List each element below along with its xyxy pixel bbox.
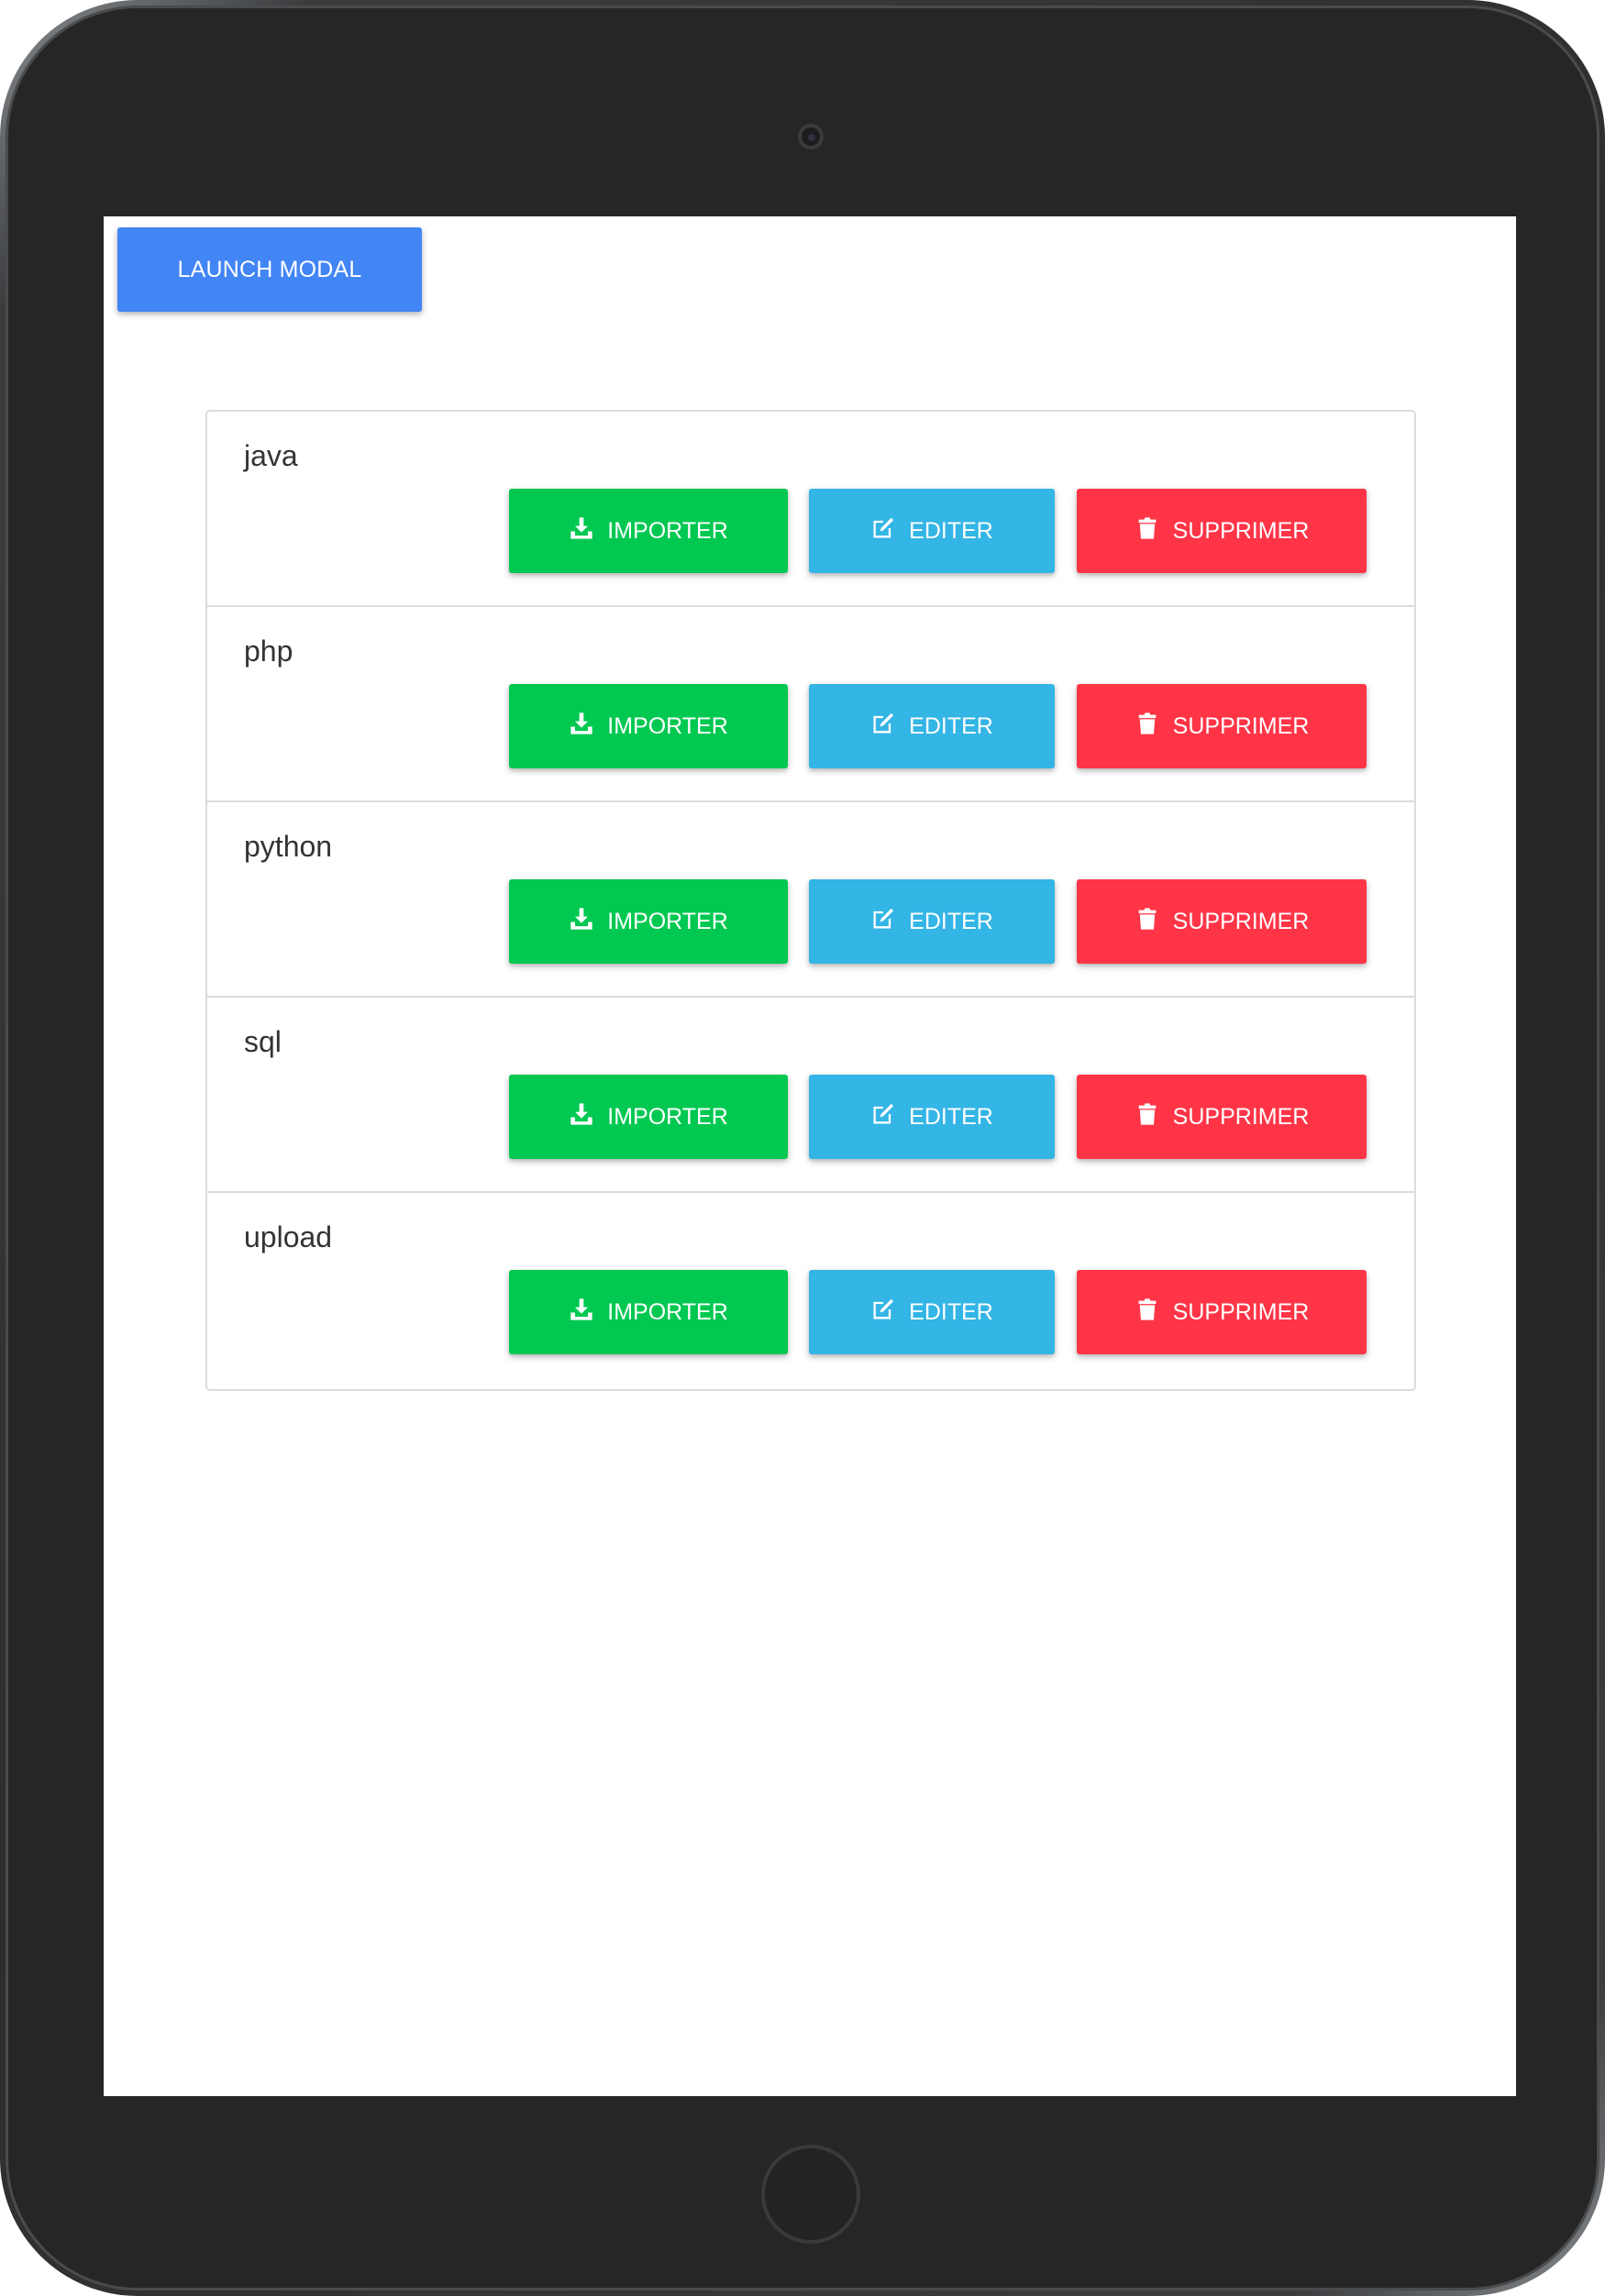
item-name: upload <box>244 1220 333 1253</box>
item-name: java <box>244 439 298 472</box>
trash-icon <box>1135 1101 1160 1133</box>
edit-button[interactable]: EDITER <box>809 1075 1055 1159</box>
edit-label: EDITER <box>909 1103 993 1130</box>
home-button[interactable] <box>761 2145 860 2244</box>
tablet-bezel: LAUNCH MODAL java IMPORTER EDITER SUPPRI… <box>6 6 1599 2290</box>
import-button[interactable]: IMPORTER <box>509 684 788 768</box>
edit-label: EDITER <box>909 908 993 934</box>
list-item: php IMPORTER EDITER SUPPRIMER <box>207 607 1414 802</box>
edit-icon <box>870 1297 896 1329</box>
trash-icon <box>1135 515 1160 547</box>
download-icon <box>569 906 594 938</box>
import-label: IMPORTER <box>607 1103 728 1130</box>
edit-icon <box>870 906 896 938</box>
tablet-frame: LAUNCH MODAL java IMPORTER EDITER SUPPRI… <box>0 0 1605 2296</box>
import-button[interactable]: IMPORTER <box>509 1075 788 1159</box>
item-name: sql <box>244 1025 282 1058</box>
edit-button[interactable]: EDITER <box>809 1270 1055 1354</box>
edit-button[interactable]: EDITER <box>809 489 1055 573</box>
delete-button[interactable]: SUPPRIMER <box>1077 489 1367 573</box>
delete-label: SUPPRIMER <box>1172 1103 1310 1130</box>
file-list: java IMPORTER EDITER SUPPRIMER php IMPOR… <box>205 410 1416 1391</box>
edit-button[interactable]: EDITER <box>809 879 1055 964</box>
delete-label: SUPPRIMER <box>1172 1298 1310 1325</box>
delete-label: SUPPRIMER <box>1172 712 1310 739</box>
import-button[interactable]: IMPORTER <box>509 879 788 964</box>
screen: LAUNCH MODAL java IMPORTER EDITER SUPPRI… <box>104 216 1516 2096</box>
edit-button[interactable]: EDITER <box>809 684 1055 768</box>
import-button[interactable]: IMPORTER <box>509 489 788 573</box>
item-name: python <box>244 830 333 863</box>
trash-icon <box>1135 1297 1160 1329</box>
item-name: php <box>244 635 293 668</box>
edit-icon <box>870 1101 896 1133</box>
edit-label: EDITER <box>909 517 993 544</box>
download-icon <box>569 711 594 743</box>
import-label: IMPORTER <box>607 517 728 544</box>
download-icon <box>569 515 594 547</box>
trash-icon <box>1135 711 1160 743</box>
import-label: IMPORTER <box>607 712 728 739</box>
download-icon <box>569 1101 594 1133</box>
edit-label: EDITER <box>909 1298 993 1325</box>
delete-label: SUPPRIMER <box>1172 908 1310 934</box>
delete-button[interactable]: SUPPRIMER <box>1077 1075 1367 1159</box>
list-item: python IMPORTER EDITER SUPPRIMER <box>207 802 1414 998</box>
edit-icon <box>870 515 896 547</box>
edit-icon <box>870 711 896 743</box>
import-button[interactable]: IMPORTER <box>509 1270 788 1354</box>
delete-button[interactable]: SUPPRIMER <box>1077 1270 1367 1354</box>
list-item: java IMPORTER EDITER SUPPRIMER <box>207 412 1414 607</box>
trash-icon <box>1135 906 1160 938</box>
download-icon <box>569 1297 594 1329</box>
list-item: sql IMPORTER EDITER SUPPRIMER <box>207 998 1414 1193</box>
list-item: upload IMPORTER EDITER SUPPRIMER <box>207 1193 1414 1389</box>
import-label: IMPORTER <box>607 1298 728 1325</box>
edit-label: EDITER <box>909 712 993 739</box>
delete-label: SUPPRIMER <box>1172 517 1310 544</box>
delete-button[interactable]: SUPPRIMER <box>1077 879 1367 964</box>
camera-icon <box>798 124 824 149</box>
launch-modal-button[interactable]: LAUNCH MODAL <box>117 227 422 312</box>
import-label: IMPORTER <box>607 908 728 934</box>
delete-button[interactable]: SUPPRIMER <box>1077 684 1367 768</box>
